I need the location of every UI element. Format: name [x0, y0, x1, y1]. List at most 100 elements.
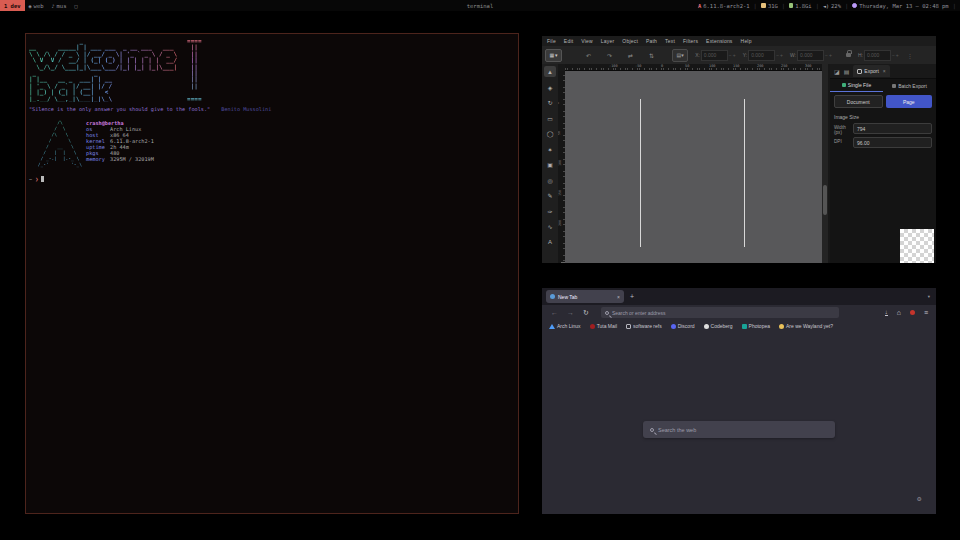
page-right-edge — [744, 99, 745, 247]
focused-window-title: terminal — [0, 3, 960, 9]
bookmark-photopea[interactable]: Photopea — [742, 323, 770, 329]
batch-export-tab[interactable]: Batch Export — [883, 79, 936, 92]
selection-mode-button[interactable]: ▦▾ — [545, 49, 562, 62]
bookmark-are-we-wayland-yet[interactable]: Are we Wayland yet? — [779, 323, 833, 329]
search-placeholder: Search the web — [658, 427, 696, 433]
single-file-tab[interactable]: Single File — [830, 79, 883, 92]
new-tab-button[interactable]: + — [630, 293, 634, 300]
width-label: Width (px) — [834, 123, 850, 135]
shell-prompt[interactable]: ~ ❯ — [29, 176, 515, 182]
tool-star[interactable]: ✶ — [544, 144, 556, 155]
flip-horizontal-icon[interactable]: ⇄ — [628, 52, 633, 59]
tool-ellipse[interactable]: ◯ — [544, 128, 556, 139]
status-bar: 1 dev ◉web ♪mus □ terminal A6.11.8-arch2… — [0, 0, 960, 11]
ruler-horizontal: -100 -50 0 50 100 150 200 250 300 — [565, 64, 822, 71]
width-field: Width (px) 794 — [830, 122, 936, 136]
flip-vertical-icon[interactable]: ⇅ — [649, 52, 654, 59]
inkscape-tool-controls: ▦▾ ↶ ↷ ⇄ ⇅ ▤▾ X:0.000−+ Y:0.000−+ W:0.00… — [542, 46, 936, 64]
ascii-art-welcome-back: _ __ _____| | ___ ___ _ __ ___ ___ \ \ /… — [29, 38, 177, 102]
home-icon[interactable]: ⌂ — [897, 309, 901, 316]
quote-text: "Silence is the only answer you should g… — [29, 106, 210, 112]
inkscape-menubar: File Edit View Layer Object Path Text Fi… — [542, 36, 936, 46]
terminal-window[interactable]: _ __ _____| | ___ ___ _ __ ___ ___ \ \ /… — [25, 33, 519, 514]
url-bar[interactable]: Search or enter address — [601, 307, 839, 318]
document-button[interactable]: Document — [834, 95, 883, 108]
firefox-window[interactable]: New Tab × + ▾ ← → ↻ Search or enter addr… — [542, 288, 936, 514]
browser-navbar: ← → ↻ Search or enter address ↓ ⌂ ≡ — [542, 305, 936, 320]
prompt-symbol: ❯ — [35, 176, 38, 182]
reload-button[interactable]: ↻ — [583, 309, 589, 317]
layers-dialog-icon[interactable]: ▤ — [844, 68, 850, 75]
url-placeholder: Search or enter address — [612, 310, 666, 316]
tool-pen[interactable]: ✑ — [544, 206, 556, 217]
list-tabs-icon[interactable]: ▾ — [928, 294, 930, 299]
tuta-favicon — [590, 324, 595, 329]
desktop: 1 dev ◉web ♪mus □ terminal A6.11.8-arch2… — [0, 0, 960, 540]
tool-3dbox[interactable]: ▣ — [544, 159, 556, 170]
menu-text[interactable]: Text — [665, 38, 675, 44]
tool-selector[interactable]: ▲ — [544, 66, 556, 77]
canvas-scrollbar[interactable] — [822, 64, 828, 263]
export-dialog-tab[interactable]: Export × — [853, 65, 889, 77]
menu-view[interactable]: View — [581, 38, 593, 44]
bookmark-codeberg[interactable]: Codeberg — [704, 323, 733, 329]
snap-controls-button[interactable]: ▤▾ — [672, 49, 688, 62]
tool-pencil[interactable]: ✎ — [544, 190, 556, 201]
export-mode-tabs: Single File Batch Export — [830, 79, 936, 92]
menu-layer[interactable]: Layer — [601, 38, 615, 44]
menu-help[interactable]: Help — [741, 38, 752, 44]
fill-stroke-dialog-icon[interactable]: ◪ — [834, 68, 840, 75]
tab-close-icon[interactable]: × — [617, 294, 620, 300]
inkscape-toolbox: ▲ ◈ ↻ ▭ ◯ ✶ ▣ ◎ ✎ ✑ ∿ A — [542, 64, 558, 263]
x-spinbox[interactable]: X:0.000−+ — [695, 50, 736, 61]
menu-filters[interactable]: Filters — [683, 38, 698, 44]
tool-calligraphy[interactable]: ∿ — [544, 221, 556, 232]
codeberg-favicon — [704, 324, 709, 329]
close-dialog-icon[interactable]: × — [883, 68, 886, 74]
rotate-ccw-icon[interactable]: ↶ — [586, 52, 591, 59]
h-spinbox[interactable]: H:0.000−+ — [858, 50, 899, 61]
arch-favicon — [549, 324, 555, 329]
personalize-gear-icon[interactable]: ⚙ — [917, 495, 922, 502]
prompt-path: ~ — [29, 176, 32, 182]
scrollbar-thumb[interactable] — [823, 185, 827, 215]
bookmark-arch-linux[interactable]: Arch Linux — [549, 323, 581, 329]
dialog-tabbar: ◪ ▤ Export × — [830, 64, 936, 79]
back-button[interactable]: ← — [551, 309, 558, 316]
bookmark-tuta-mail[interactable]: Tuta Mail — [590, 323, 617, 329]
menu-file[interactable]: File — [547, 38, 556, 44]
fetch-output: /\ / \ /\ \ / \ / __ \ / | | \ / _-.| |.… — [35, 120, 515, 168]
photopea-favicon — [742, 324, 747, 329]
menu-object[interactable]: Object — [622, 38, 638, 44]
y-spinbox[interactable]: Y:0.000−+ — [743, 50, 783, 61]
tool-rect[interactable]: ▭ — [544, 113, 556, 124]
width-input[interactable]: 794 — [853, 123, 932, 134]
page-left-edge — [640, 99, 641, 247]
forward-button[interactable]: → — [567, 309, 574, 316]
export-icon — [857, 69, 862, 74]
toolbar-overflow-icon[interactable]: ⋮ — [907, 52, 913, 59]
w-spinbox[interactable]: W:0.000−+ — [790, 50, 832, 61]
inkscape-window[interactable]: File Edit View Layer Object Path Text Fi… — [542, 36, 936, 263]
tool-shapebuilder[interactable]: ↻ — [544, 97, 556, 108]
menu-icon[interactable]: ≡ — [924, 309, 928, 316]
bookmark-software-refs-folder[interactable]: software refs — [626, 323, 662, 329]
navbar-icons: ↓ ⌂ ≡ — [885, 309, 936, 317]
bookmark-discord[interactable]: Discord — [671, 323, 695, 329]
dpi-input[interactable]: 96.00 — [853, 137, 932, 148]
menu-extensions[interactable]: Extensions — [706, 38, 732, 44]
extension-icon[interactable] — [910, 310, 915, 315]
menu-path[interactable]: Path — [646, 38, 657, 44]
lock-ratio-icon[interactable] — [846, 53, 851, 57]
web-search-input[interactable]: Search the web — [643, 421, 835, 438]
downloads-icon[interactable]: ↓ — [885, 309, 888, 317]
dpi-label: DPI — [834, 137, 850, 144]
rotate-cw-icon[interactable]: ↷ — [607, 52, 612, 59]
active-tab[interactable]: New Tab × — [546, 290, 624, 303]
page-button[interactable]: Page — [886, 95, 933, 108]
inkscape-canvas[interactable] — [565, 71, 822, 263]
tool-text[interactable]: A — [544, 237, 556, 248]
tool-node[interactable]: ◈ — [544, 82, 556, 93]
tool-spiral[interactable]: ◎ — [544, 175, 556, 186]
menu-edit[interactable]: Edit — [564, 38, 573, 44]
